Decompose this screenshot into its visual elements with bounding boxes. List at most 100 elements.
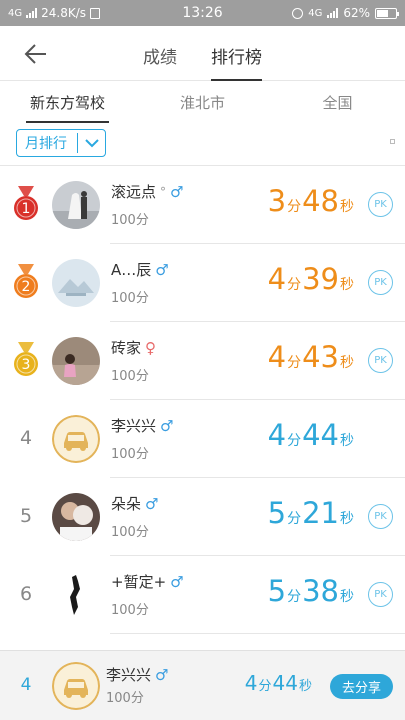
time-sec: 38 — [302, 574, 339, 608]
status-bar: 4G 24.8K/s 13:26 4G 62% — [0, 0, 405, 26]
rank-number: 6 — [19, 583, 33, 605]
corner-marker — [390, 139, 395, 144]
min-unit: 分 — [287, 433, 302, 449]
svg-text:3: 3 — [22, 357, 31, 373]
battery-icon — [375, 7, 399, 19]
ranking-list: 1 滚远点 ° ♂ 100分 3 分 48 秒 PK 2 A…辰 ♂ 100分 4 分 39 秒 PK 3 砖家 ♀ 100… — [0, 166, 405, 634]
top-tabs: 成绩 排行榜 — [0, 26, 405, 81]
pk-button[interactable]: PK — [368, 504, 393, 529]
user-name-text: 滚远点 — [111, 183, 157, 201]
tab-leaderboard[interactable]: 排行榜 — [211, 26, 262, 81]
time-min: 3 — [267, 184, 287, 218]
time-min: 4 — [267, 262, 287, 296]
medal-icon: 1 — [12, 186, 40, 222]
ranking-period-label: 月排行 — [25, 136, 67, 152]
ranking-row[interactable]: 1 滚远点 ° ♂ 100分 3 分 48 秒 PK — [0, 166, 405, 244]
time-sec: 43 — [302, 340, 339, 374]
male-icon: ♂ — [170, 572, 184, 591]
time-sec: 39 — [302, 262, 339, 296]
my-score: 100分 — [106, 691, 144, 706]
user-name-text: 李兴兴 — [111, 417, 157, 435]
exam-time: 4 分 43 秒 — [268, 340, 355, 374]
region-tabs: 新东方驾校 淮北市 全国 — [0, 82, 405, 126]
pk-button[interactable]: PK — [368, 192, 393, 217]
min-unit: 分 — [287, 277, 302, 293]
time-min: 4 — [267, 340, 287, 374]
sec-unit: 秒 — [340, 589, 354, 605]
share-button[interactable]: 去分享 — [330, 674, 393, 699]
my-time-sec: 44 — [272, 671, 298, 695]
tab-national[interactable]: 全国 — [270, 82, 405, 126]
sec-unit: 秒 — [340, 277, 354, 293]
my-time: 4 分 44 秒 — [245, 671, 313, 695]
ranking-row[interactable]: 5 朵朵 ♂ 100分 5 分 21 秒 PK — [0, 478, 405, 556]
sec-unit: 秒 — [340, 355, 354, 371]
name-suffix: ° — [160, 184, 167, 199]
user-name: 砖家 ♀ — [111, 337, 156, 358]
exam-time: 4 分 39 秒 — [268, 262, 355, 296]
avatar[interactable] — [52, 181, 100, 229]
user-score: 100分 — [111, 369, 149, 384]
sim-icon — [90, 7, 101, 19]
my-name: 李兴兴 ♂ — [106, 664, 168, 685]
user-name-text: 朵朵 — [111, 495, 142, 513]
user-name: 滚远点 ° ♂ — [111, 181, 183, 202]
tab-scores[interactable]: 成绩 — [143, 26, 177, 81]
medal-icon: 2 — [12, 264, 40, 300]
male-icon: ♂ — [155, 665, 169, 684]
alarm-icon — [292, 7, 304, 19]
time-min: 4 — [267, 418, 287, 452]
user-score: 100分 — [111, 213, 149, 228]
my-time-min: 4 — [244, 671, 258, 695]
avatar[interactable] — [52, 259, 100, 307]
tab-school[interactable]: 新东方驾校 — [0, 82, 135, 126]
ranking-period-select[interactable]: 月排行 — [16, 129, 106, 157]
avatar[interactable] — [52, 415, 100, 463]
ranking-row[interactable]: 3 砖家 ♀ 100分 4 分 43 秒 PK — [0, 322, 405, 400]
ranking-row[interactable]: 6 +暂定+ ♂ 100分 5 分 38 秒 PK — [0, 556, 405, 634]
exam-time: 5 分 21 秒 — [268, 496, 355, 530]
male-icon: ♂ — [145, 494, 159, 513]
pk-button[interactable]: PK — [368, 270, 393, 295]
network-type-right: 4G — [308, 7, 323, 19]
exam-time: 3 分 48 秒 — [268, 184, 355, 218]
pk-button[interactable]: PK — [368, 348, 393, 373]
svg-text:1: 1 — [22, 201, 31, 217]
avatar[interactable] — [52, 493, 100, 541]
my-rank: 4 — [20, 675, 32, 695]
min-unit: 分 — [258, 679, 272, 694]
chevron-down-icon — [78, 138, 105, 148]
avatar[interactable] — [52, 571, 100, 619]
sec-unit: 秒 — [340, 511, 354, 527]
female-icon: ♀ — [145, 338, 157, 357]
male-icon: ♂ — [170, 182, 184, 201]
ranking-row[interactable]: 4 李兴兴 ♂ 100分 4 分 44 秒 — [0, 400, 405, 478]
sec-unit: 秒 — [340, 433, 354, 449]
sec-unit: 秒 — [298, 679, 312, 694]
rank-number: 4 — [19, 427, 33, 449]
user-name: 李兴兴 ♂ — [111, 415, 173, 436]
network-type: 4G — [8, 7, 23, 19]
sec-unit: 秒 — [340, 199, 354, 215]
user-name: +暂定+ ♂ — [111, 571, 184, 592]
network-speed: 24.8K/s — [41, 6, 87, 20]
battery-percent: 62% — [343, 6, 370, 20]
pk-button[interactable]: PK — [368, 582, 393, 607]
rank-number: 5 — [19, 505, 33, 527]
user-name-text: A…辰 — [111, 261, 152, 279]
avatar[interactable] — [52, 337, 100, 385]
min-unit: 分 — [287, 589, 302, 605]
user-score: 100分 — [111, 525, 149, 540]
time-min: 5 — [267, 574, 287, 608]
min-unit: 分 — [287, 199, 302, 215]
my-name-text: 李兴兴 — [106, 666, 152, 684]
ranking-row[interactable]: 2 A…辰 ♂ 100分 4 分 39 秒 PK — [0, 244, 405, 322]
my-avatar — [52, 662, 100, 710]
exam-time: 5 分 38 秒 — [268, 574, 355, 608]
tab-city[interactable]: 淮北市 — [135, 82, 270, 126]
signal-icon-right — [327, 8, 339, 18]
min-unit: 分 — [287, 355, 302, 371]
signal-icon — [26, 8, 38, 18]
user-name: 朵朵 ♂ — [111, 493, 158, 514]
male-icon: ♂ — [155, 260, 169, 279]
